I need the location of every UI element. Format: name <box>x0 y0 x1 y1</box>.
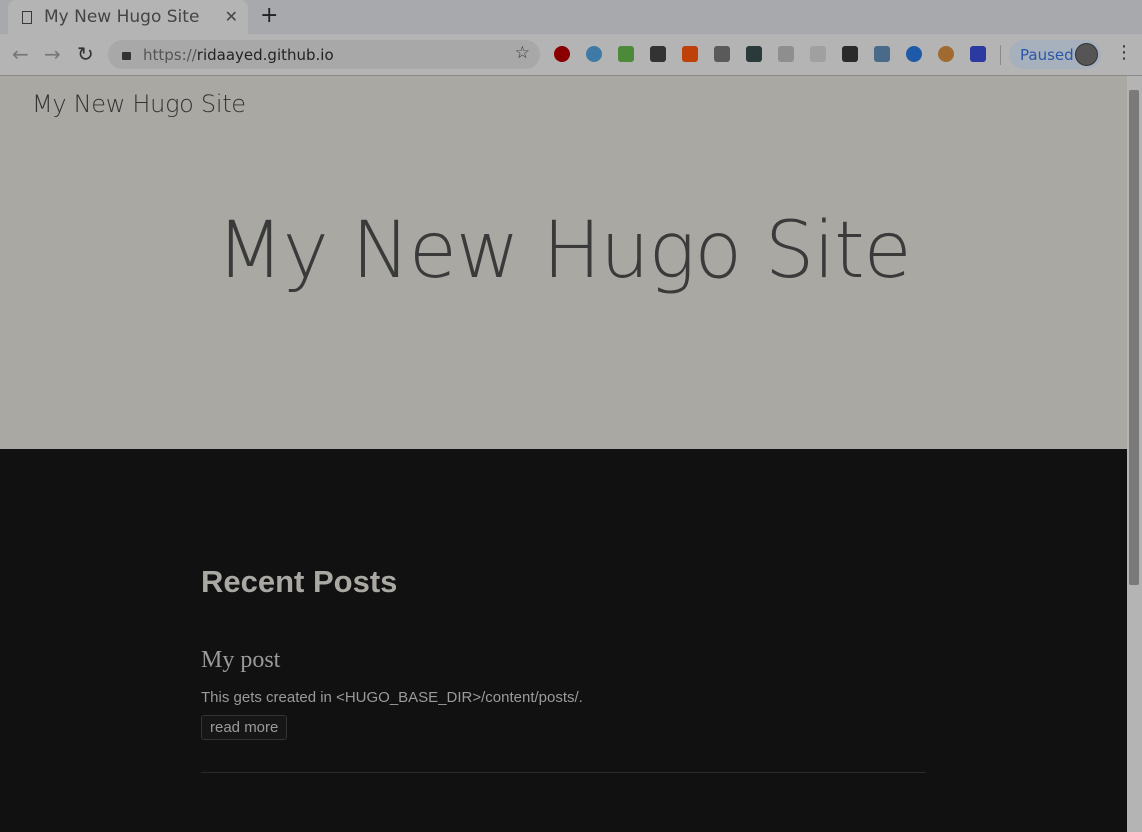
post-item: My post This gets created in <HUGO_BASE_… <box>201 647 926 773</box>
browser-toolbar: ← → ↻ https://ridaayed.github.io ☆ Pause… <box>0 34 1142 76</box>
address-bar[interactable]: https://ridaayed.github.io ☆ <box>108 40 540 69</box>
lifebuoy-icon[interactable] <box>906 46 922 62</box>
bookmark-star-icon[interactable]: ☆ <box>515 43 530 63</box>
reload-icon[interactable]: ↻ <box>77 42 94 66</box>
close-tab-icon[interactable]: ✕ <box>225 7 238 26</box>
post-title-link[interactable]: My post <box>201 647 926 674</box>
tab-title: My New Hugo Site <box>44 7 200 27</box>
profile-status: Paused <box>1020 45 1074 64</box>
avatar <box>1075 43 1098 66</box>
magnifier-icon[interactable] <box>874 46 890 62</box>
forward-icon[interactable]: → <box>44 42 61 66</box>
tab-bar: My New Hugo Site ✕ + <box>0 0 1142 34</box>
lock-icon <box>122 52 131 60</box>
profile-button[interactable]: Paused <box>1009 40 1101 69</box>
cookie-icon[interactable] <box>938 46 954 62</box>
document-icon <box>22 10 32 24</box>
section-heading: Recent Posts <box>201 564 398 599</box>
site-title-link[interactable]: My New Hugo Site <box>32 90 246 118</box>
extension-green-icon[interactable] <box>618 46 634 62</box>
url-text: https://ridaayed.github.io <box>143 45 334 64</box>
back-icon[interactable]: ← <box>12 42 29 66</box>
shield-icon[interactable] <box>778 46 794 62</box>
toolbar-divider <box>1000 45 1001 65</box>
divider <box>201 772 926 773</box>
scrollbar[interactable] <box>1127 76 1142 832</box>
new-tab-button[interactable]: + <box>260 3 278 28</box>
folder-icon[interactable] <box>714 46 730 62</box>
lighthouse-icon[interactable] <box>970 46 986 62</box>
tab-active[interactable]: My New Hugo Site ✕ <box>8 0 248 34</box>
main-content: Recent Posts My post This gets created i… <box>201 449 926 773</box>
hero-title: My New Hugo Site <box>216 206 911 296</box>
hero-header: My New Hugo Site My New Hugo Site <box>0 76 1127 449</box>
adblock-plus-icon[interactable] <box>554 46 570 62</box>
asterisk-icon[interactable] <box>682 46 698 62</box>
ghost-icon[interactable] <box>810 46 826 62</box>
menu-icon[interactable]: ⋮ <box>1115 42 1133 63</box>
keyboard-icon[interactable] <box>842 46 858 62</box>
read-more-button[interactable]: read more <box>201 715 288 740</box>
umbrella-icon[interactable] <box>650 46 666 62</box>
spy-icon[interactable] <box>746 46 762 62</box>
vimium-icon[interactable] <box>586 46 602 62</box>
post-summary: This gets created in <HUGO_BASE_DIR>/con… <box>201 689 583 706</box>
scrollbar-thumb[interactable] <box>1129 90 1139 585</box>
